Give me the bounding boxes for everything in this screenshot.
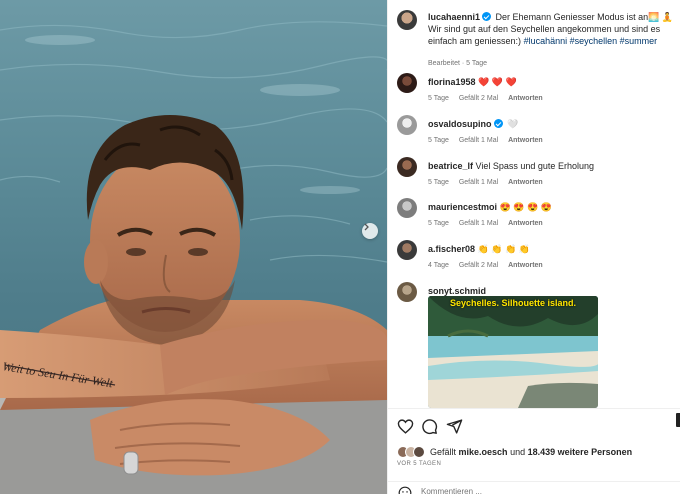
comment-meta: 5 Tage Gefällt 2 Mal Antworten <box>428 95 551 102</box>
add-comment-bar <box>388 481 680 494</box>
comment-avatar[interactable] <box>397 198 417 218</box>
embedded-image-title: Seychelles. Silhouette island. <box>449 298 577 308</box>
comment-age: 5 Tage <box>428 137 449 144</box>
instagram-post-window: Weit to Seu In Für Welt lucahaenni1 Der … <box>0 0 680 494</box>
likes-count[interactable]: 18.439 weitere Personen <box>528 447 633 457</box>
reply-button[interactable]: Antworten <box>508 95 543 102</box>
comment-item: beatrice_lf Viel Spass und gute Erholung… <box>397 157 675 195</box>
comment-line: florina1958 ❤️ ❤️ ❤️ <box>428 76 517 88</box>
comment-meta: 5 Tage Gefällt 1 Mal Antworten <box>428 220 551 227</box>
comment-username[interactable]: osvaldosupino <box>428 119 492 129</box>
comment-username[interactable]: beatrice_lf <box>428 161 473 171</box>
beach-image <box>428 296 598 408</box>
comment-line: osvaldosupino 🤍 <box>428 118 518 130</box>
comment-text: 🤍 <box>507 119 519 129</box>
heart-icon[interactable] <box>397 418 414 435</box>
comment-avatar[interactable] <box>397 240 417 260</box>
verified-badge-icon <box>482 12 492 21</box>
comment-line: beatrice_lf Viel Spass und gute Erholung <box>428 160 594 172</box>
likes-prefix: Gefällt <box>430 447 457 457</box>
comment-icon[interactable] <box>421 418 438 435</box>
caption-meta: Bearbeitet · 5 Tage <box>428 60 488 67</box>
comment-likes[interactable]: Gefällt 1 Mal <box>459 137 498 144</box>
likes-middle: und <box>510 447 526 457</box>
comment-item: a.fischer08 👏 👏 👏 👏 4 Tage Gefällt 2 Mal… <box>397 240 675 278</box>
comment-age: 5 Tage <box>428 95 449 102</box>
author-avatar[interactable] <box>397 10 417 30</box>
comment-age: 5 Tage <box>428 220 449 227</box>
comment-text: Viel Spass und gute Erholung <box>475 161 594 171</box>
comment-likes[interactable]: Gefällt 1 Mal <box>459 220 498 227</box>
comment-likes[interactable]: Gefällt 2 Mal <box>459 262 498 269</box>
liker-avatar <box>413 446 425 458</box>
comment-avatar[interactable] <box>397 115 417 135</box>
comment-username[interactable]: a.fischer08 <box>428 244 475 254</box>
emoji-icon[interactable] <box>398 486 412 494</box>
author-username[interactable]: lucahaenni1 <box>428 12 480 22</box>
comment-avatar[interactable] <box>397 282 417 302</box>
comment-meta: 5 Tage Gefällt 1 Mal Antworten <box>428 179 551 186</box>
comment-item: florina1958 ❤️ ❤️ ❤️ 5 Tage Gefällt 2 Ma… <box>397 73 675 111</box>
comment-text: ❤️ ❤️ ❤️ <box>478 77 517 87</box>
comment-age: 4 Tage <box>428 262 449 269</box>
comment-likes[interactable]: Gefällt 2 Mal <box>459 95 498 102</box>
comment-embedded-image[interactable]: Seychelles. Silhouette island. <box>428 296 598 408</box>
photo-illustration: Weit to Seu In Für Welt <box>0 21 387 494</box>
post-age: VOR 5 TAGEN <box>397 461 442 467</box>
comment-line: mauriencestmoi 😍 😍 😍 😍 <box>428 201 552 213</box>
comment-username[interactable]: florina1958 <box>428 77 476 87</box>
comment-input[interactable] <box>421 487 641 494</box>
comment-text: 👏 👏 👏 👏 <box>477 244 530 254</box>
chevron-right-icon <box>364 223 369 231</box>
comment-meta: 4 Tage Gefällt 2 Mal Antworten <box>428 262 551 269</box>
comment-text: 😍 😍 😍 😍 <box>499 202 552 212</box>
comment-meta: 5 Tage Gefällt 1 Mal Antworten <box>428 137 551 144</box>
post-photo[interactable]: Weit to Seu In Für Welt <box>0 0 387 494</box>
verified-badge-icon <box>493 119 503 128</box>
edge-scroll-marker <box>676 413 680 427</box>
caption-hashtags[interactable]: #lucahänni #seychellen #summer <box>524 36 658 46</box>
likes-summary: Gefällt mike.oesch und 18.439 weitere Pe… <box>397 445 632 459</box>
comment-age: 5 Tage <box>428 179 449 186</box>
reply-button[interactable]: Antworten <box>508 262 543 269</box>
comment-avatar[interactable] <box>397 73 417 93</box>
comment-item: mauriencestmoi 😍 😍 😍 😍 5 Tage Gefällt 1 … <box>397 198 675 236</box>
reply-button[interactable]: Antworten <box>508 179 543 186</box>
post-actions-section: Gefällt mike.oesch und 18.439 weitere Pe… <box>388 408 680 494</box>
reply-button[interactable]: Antworten <box>508 137 543 144</box>
comment-likes[interactable]: Gefällt 1 Mal <box>459 179 498 186</box>
comment-line: a.fischer08 👏 👏 👏 👏 <box>428 243 530 255</box>
comment-username[interactable]: mauriencestmoi <box>428 202 497 212</box>
post-side-panel: lucahaenni1 Der Ehemann Geniesser Modus … <box>387 0 680 494</box>
comment-avatar[interactable] <box>397 157 417 177</box>
reply-button[interactable]: Antworten <box>508 220 543 227</box>
comment-username[interactable]: sonyt.schmid <box>428 286 486 296</box>
share-icon[interactable] <box>446 418 463 435</box>
liker-username[interactable]: mike.oesch <box>459 447 508 457</box>
caption-text-block: lucahaenni1 Der Ehemann Geniesser Modus … <box>428 11 674 47</box>
likes-text: Gefällt mike.oesch und 18.439 weitere Pe… <box>430 447 632 457</box>
comment-item: osvaldosupino 🤍 5 Tage Gefällt 1 Mal Ant… <box>397 115 675 153</box>
next-slide-button[interactable] <box>362 223 378 239</box>
